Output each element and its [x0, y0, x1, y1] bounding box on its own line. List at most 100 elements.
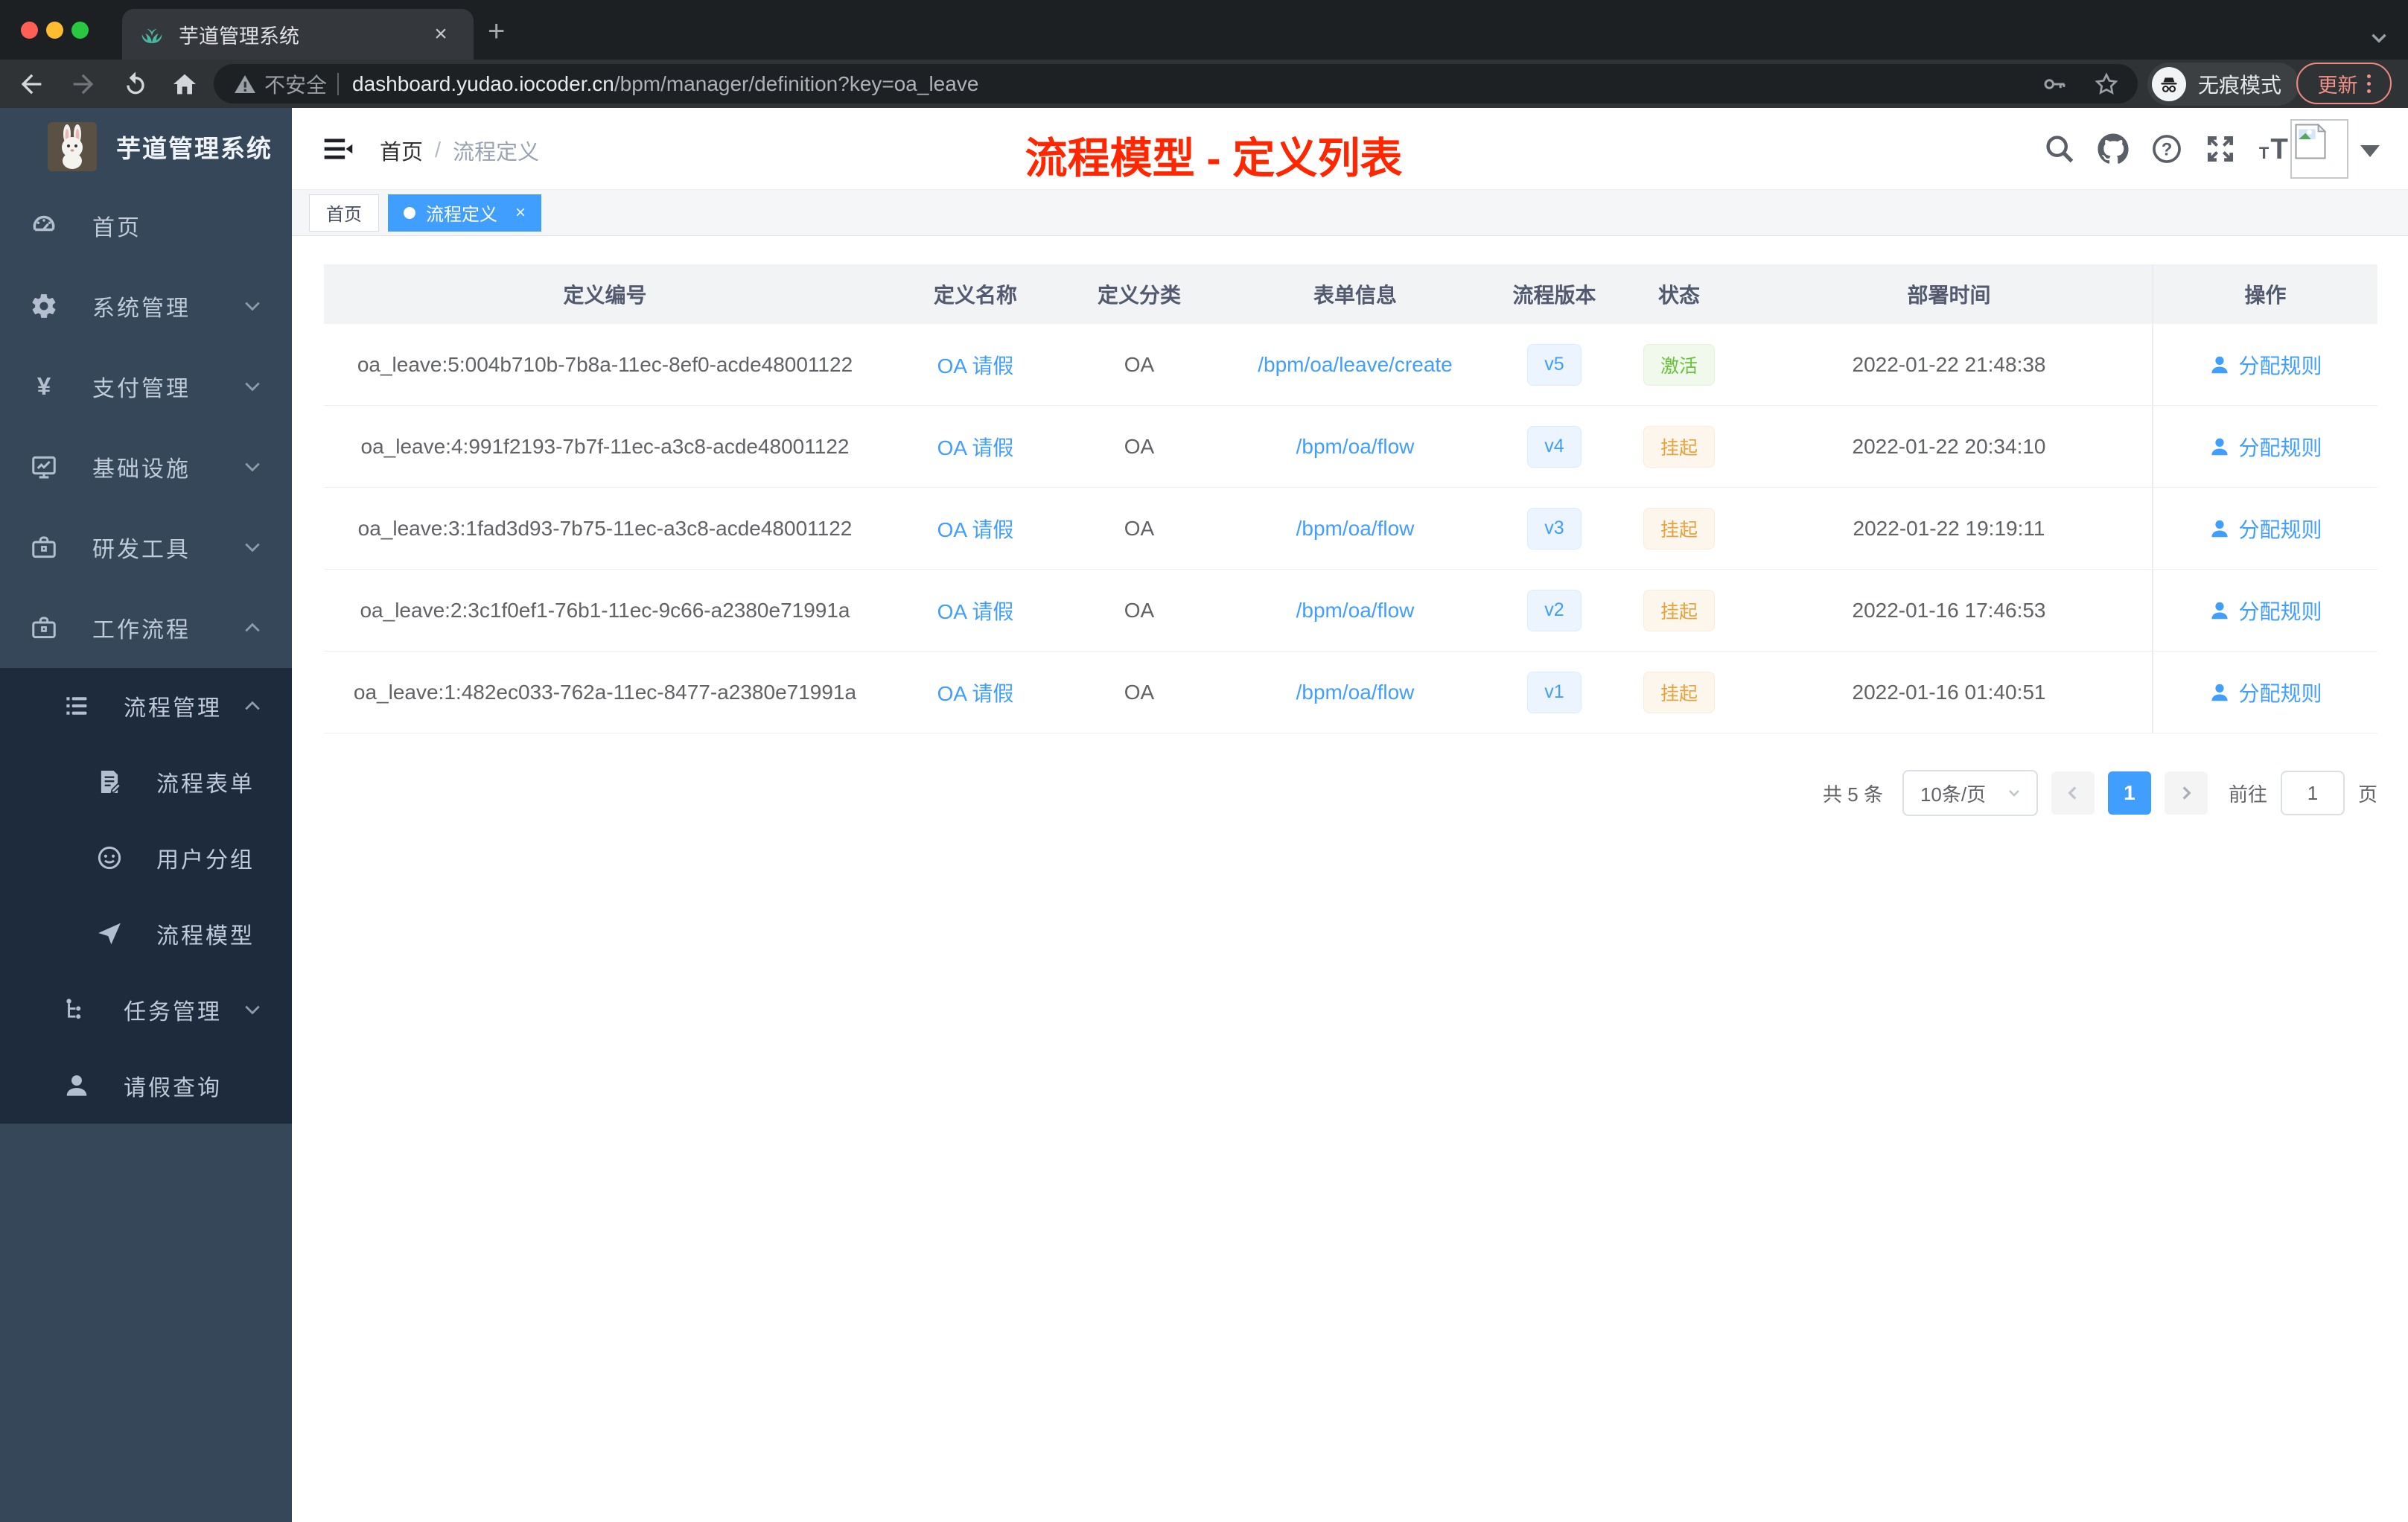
- assign-rule-link[interactable]: 分配规则: [2152, 488, 2377, 569]
- caret-down-icon[interactable]: [2360, 145, 2380, 157]
- security-label: 不安全: [264, 73, 328, 97]
- assign-rule-link[interactable]: 分配规则: [2152, 406, 2377, 487]
- deploy-time: 2022-01-22 20:34:10: [1852, 434, 2046, 458]
- definition-name-link[interactable]: OA 请假: [886, 406, 1065, 487]
- definition-name-link[interactable]: OA 请假: [886, 570, 1065, 651]
- form-info-link[interactable]: /bpm/oa/flow: [1214, 406, 1497, 487]
- tag-active[interactable]: 流程定义 ×: [388, 194, 542, 232]
- sidebar-item-label: 流程模型: [156, 924, 255, 949]
- prev-page-button[interactable]: [2051, 771, 2095, 815]
- assign-rule-link[interactable]: 分配规则: [2152, 652, 2377, 733]
- browser-tab[interactable]: 芋道管理系统 ×: [122, 9, 474, 60]
- url-bar[interactable]: 不安全 dashboard.yudao.iocoder.cn/bpm/manag…: [214, 64, 2138, 104]
- assign-rule-link[interactable]: 分配规则: [2152, 324, 2377, 405]
- goto-page-input[interactable]: [2280, 771, 2345, 815]
- table-row: oa_leave:3:1fad3d93-7b75-11ec-a3c8-acde4…: [324, 488, 2377, 570]
- breadcrumb-home[interactable]: 首页: [380, 135, 423, 166]
- question-icon[interactable]: ?: [2150, 133, 2183, 165]
- sidebar-item-home[interactable]: 首页: [0, 185, 292, 266]
- tab-search-chevron-icon[interactable]: [2366, 25, 2392, 51]
- tags-view-bar: 首页 流程定义 ×: [292, 190, 2408, 236]
- page-content: 定义编号 定义名称 定义分类 表单信息 流程版本 状态 部署时间 操作 oa_leave:5:…: [292, 236, 2408, 1521]
- chevron-up-icon: [241, 617, 264, 639]
- definition-id: oa_leave:2:3c1f0ef1-76b1-11ec-9c66-a2380…: [360, 598, 850, 622]
- close-icon[interactable]: ×: [515, 203, 526, 223]
- sidebar-logo[interactable]: 芋道管理系统: [0, 108, 292, 185]
- process-version-badge: v4: [1497, 406, 1612, 487]
- forward-icon[interactable]: [69, 69, 98, 99]
- next-page-button[interactable]: [2164, 771, 2208, 815]
- user-group-icon: [95, 844, 124, 872]
- sidebar-item-workflow[interactable]: 工作流程: [0, 588, 292, 668]
- definition-name-link[interactable]: OA 请假: [886, 324, 1065, 405]
- fullscreen-icon[interactable]: [2204, 133, 2237, 165]
- tab-close-icon[interactable]: ×: [426, 22, 456, 47]
- table-header-row: 定义编号 定义名称 定义分类 表单信息 流程版本 状态 部署时间 操作: [324, 264, 2377, 324]
- chevron-down-icon: [241, 295, 264, 317]
- assign-rule-link[interactable]: 分配规则: [2152, 570, 2377, 651]
- sidebar-item-label: 流程表单: [156, 772, 255, 797]
- home-icon[interactable]: [170, 69, 200, 99]
- reload-icon[interactable]: [121, 69, 150, 99]
- sidebar-item-leave-query[interactable]: 请假查询: [0, 1048, 292, 1124]
- toolbox-icon: [30, 614, 58, 642]
- chrome-update-button[interactable]: 更新: [2296, 63, 2392, 104]
- deploy-time: 2022-01-22 19:19:11: [1853, 516, 2045, 540]
- page-number-button[interactable]: 1: [2107, 771, 2151, 815]
- definition-name-link[interactable]: OA 请假: [886, 488, 1065, 569]
- back-icon[interactable]: [16, 69, 46, 99]
- browser-menu-icon[interactable]: [2366, 74, 2371, 93]
- search-icon[interactable]: [2043, 133, 2076, 165]
- form-info-link[interactable]: /bpm/oa/flow: [1214, 570, 1497, 651]
- browser-tab-strip: 芋道管理系统 × +: [0, 0, 2408, 60]
- sidebar-item-process-form[interactable]: 流程表单: [0, 744, 292, 820]
- sidebar-item-dev-tools[interactable]: 研发工具: [0, 507, 292, 588]
- breadcrumb: 首页 / 流程定义: [380, 135, 539, 166]
- chevron-down-icon: [2009, 790, 2019, 797]
- chevron-left-icon: [2068, 786, 2077, 800]
- svg-text:T: T: [2259, 144, 2270, 162]
- sidebar-item-infrastructure[interactable]: 基础设施: [0, 427, 292, 507]
- form-info-link[interactable]: /bpm/oa/leave/create: [1214, 324, 1497, 405]
- password-key-icon[interactable]: [2041, 71, 2068, 98]
- col-header-1: 定义名称: [933, 284, 1017, 307]
- sidebar-item-process-management[interactable]: 流程管理: [0, 668, 292, 744]
- form-info-link[interactable]: /bpm/oa/flow: [1214, 488, 1497, 569]
- sidebar-item-system-management[interactable]: 系统管理: [0, 266, 292, 346]
- process-version-badge: v2: [1497, 570, 1612, 651]
- definition-id: oa_leave:1:482ec033-762a-11ec-8477-a2380…: [353, 680, 857, 704]
- status-badge: 挂起: [1612, 570, 1746, 651]
- tag-item[interactable]: 首页: [309, 194, 379, 232]
- bookmark-star-icon[interactable]: [2093, 71, 2120, 98]
- process-version-badge: v1: [1497, 652, 1612, 733]
- breadcrumb-separator: /: [435, 138, 442, 162]
- definition-category: OA: [1124, 434, 1155, 458]
- definition-name-link[interactable]: OA 请假: [886, 652, 1065, 733]
- definition-id: oa_leave:3:1fad3d93-7b75-11ec-a3c8-acde4…: [357, 516, 853, 540]
- github-icon[interactable]: [2097, 133, 2130, 165]
- sidebar-item-process-model[interactable]: 流程模型: [0, 896, 292, 972]
- form-info-link[interactable]: /bpm/oa/flow: [1214, 652, 1497, 733]
- user-small-icon: [2208, 518, 2231, 540]
- sidebar-toggle-icon[interactable]: [322, 133, 354, 165]
- font-size-icon[interactable]: TT: [2258, 133, 2290, 165]
- user-small-icon: [2208, 599, 2231, 622]
- col-header-3: 表单信息: [1313, 284, 1397, 307]
- dashboard-icon: [30, 211, 58, 240]
- avatar[interactable]: [2290, 119, 2348, 179]
- window-close-button[interactable]: [21, 22, 38, 39]
- window-minimize-button[interactable]: [46, 22, 63, 39]
- sidebar-item-user-group[interactable]: 用户分组: [0, 820, 292, 896]
- new-tab-button[interactable]: +: [488, 16, 505, 46]
- sidebar-item-task-management[interactable]: 任务管理: [0, 972, 292, 1048]
- table-row: oa_leave:5:004b710b-7b8a-11ec-8ef0-acde4…: [324, 324, 2377, 406]
- sidebar-item-label: 首页: [92, 216, 141, 241]
- col-header-0: 定义编号: [563, 284, 647, 307]
- sidebar-item-label: 基础设施: [92, 457, 191, 482]
- toolbox-icon: [30, 533, 58, 561]
- status-badge: 挂起: [1612, 406, 1746, 487]
- page-size-select[interactable]: 10条/页: [1902, 770, 2038, 816]
- sidebar-item-payment-management[interactable]: ¥ 支付管理: [0, 346, 292, 427]
- process-version-badge: v3: [1497, 488, 1612, 569]
- window-zoom-button[interactable]: [71, 22, 89, 39]
